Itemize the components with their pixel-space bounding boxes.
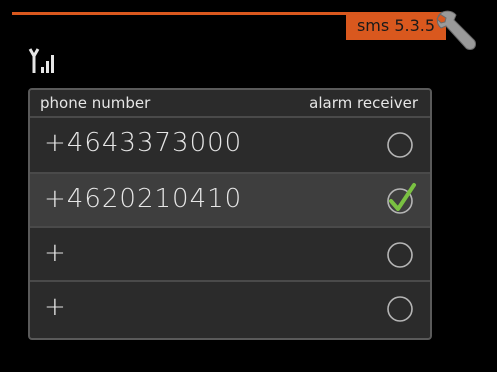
list-header: phone number alarm receiver <box>30 90 430 118</box>
alarm-receiver-radio-checked[interactable] <box>386 183 416 215</box>
menu-number-tag: sms 5.3.5 <box>346 12 446 40</box>
column-header-alarm-receiver: alarm receiver <box>309 94 418 112</box>
phone-number-value[interactable]: + <box>44 292 67 322</box>
alarm-receiver-radio[interactable] <box>386 131 414 159</box>
phone-number-value[interactable]: +4620210410 <box>44 184 242 214</box>
alarm-receiver-radio[interactable] <box>386 295 414 323</box>
phone-number-value[interactable]: +4643373000 <box>44 128 242 158</box>
phone-row-4[interactable]: + <box>30 280 430 334</box>
phone-row-2[interactable]: +4620210410 <box>30 172 430 226</box>
sms-settings-screen: sms 5.3.5 phone number alarm receiver +4… <box>0 0 497 372</box>
phone-row-1[interactable]: +4643373000 <box>30 118 430 172</box>
wrench-icon <box>436 10 476 50</box>
column-header-phone-number: phone number <box>40 94 151 112</box>
phone-number-list: phone number alarm receiver +4643373000 … <box>28 88 432 340</box>
alarm-receiver-radio[interactable] <box>386 241 414 269</box>
phone-number-value[interactable]: + <box>44 238 67 268</box>
phone-row-3[interactable]: + <box>30 226 430 280</box>
signal-strength-icon <box>28 48 54 73</box>
